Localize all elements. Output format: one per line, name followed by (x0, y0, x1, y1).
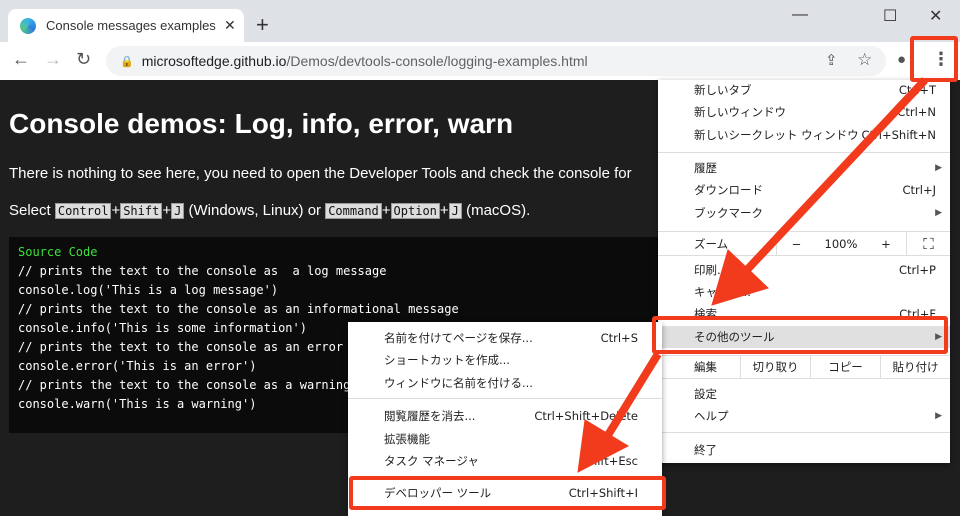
arrow-head (578, 420, 628, 472)
arrow-to-more-tools (745, 80, 925, 272)
annotation-arrows (0, 0, 960, 516)
arrow-to-developer-tools (605, 354, 658, 440)
